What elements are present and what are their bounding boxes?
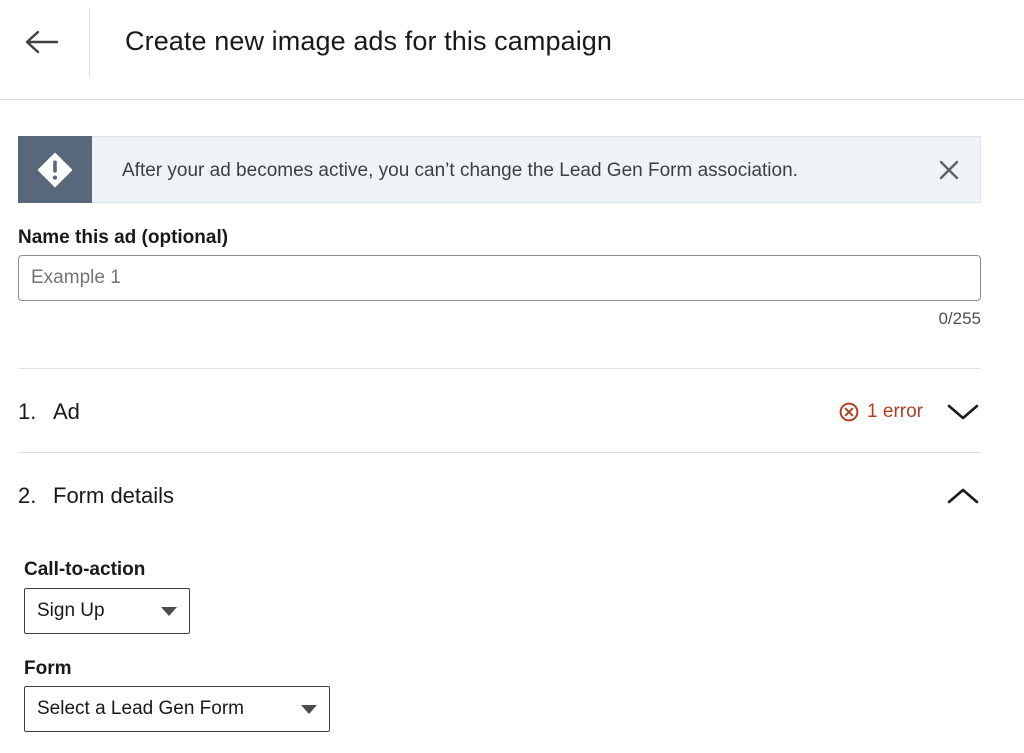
cta-label: Call-to-action [24,559,146,580]
lead-gen-form-select[interactable]: Select a Lead Gen Form [24,686,330,732]
arrow-left-icon [25,30,59,54]
header-divider [89,8,90,76]
section-divider [18,368,981,369]
section-error-indicator: 1 error [839,401,923,423]
section-number: 1. [18,399,37,424]
dropdown-caret-icon [301,704,317,714]
alert-message: After your ad becomes active, you can’t … [122,160,798,181]
section-number: 2. [18,483,37,508]
back-button[interactable] [20,22,64,62]
section-form-details-header[interactable]: 2. Form details [18,471,981,521]
dropdown-caret-icon [161,606,177,616]
section-ad-header[interactable]: 1. Ad 1 error [18,387,981,437]
section-label: Form details [53,483,175,508]
section-form-details-title: 2. Form details [18,483,174,509]
error-count-text: 1 error [867,401,923,422]
ad-name-input[interactable] [18,255,981,301]
alert-icon-container [18,136,92,203]
page-title: Create new image ads for this campaign [125,26,613,56]
cta-selected-value: Sign Up [37,600,105,621]
section-divider [18,452,981,453]
cta-select[interactable]: Sign Up [24,588,190,634]
ad-name-label: Name this ad (optional) [18,227,229,248]
character-counter: 0/255 [938,309,981,328]
form-label: Form [24,658,72,679]
warning-diamond-icon [37,152,73,187]
expand-section-button[interactable] [945,397,981,427]
chevron-down-icon [947,404,979,420]
collapse-section-button[interactable] [945,481,981,511]
info-alert-banner: After your ad becomes active, you can’t … [18,136,981,203]
error-circle-icon [839,402,859,422]
dismiss-alert-button[interactable] [934,155,964,185]
page-header: Create new image ads for this campaign [0,0,1024,100]
chevron-up-icon [947,488,979,504]
form-selected-value: Select a Lead Gen Form [37,698,244,719]
section-ad-title: 1. Ad [18,399,80,425]
section-label: Ad [53,399,80,424]
close-icon [939,160,959,180]
